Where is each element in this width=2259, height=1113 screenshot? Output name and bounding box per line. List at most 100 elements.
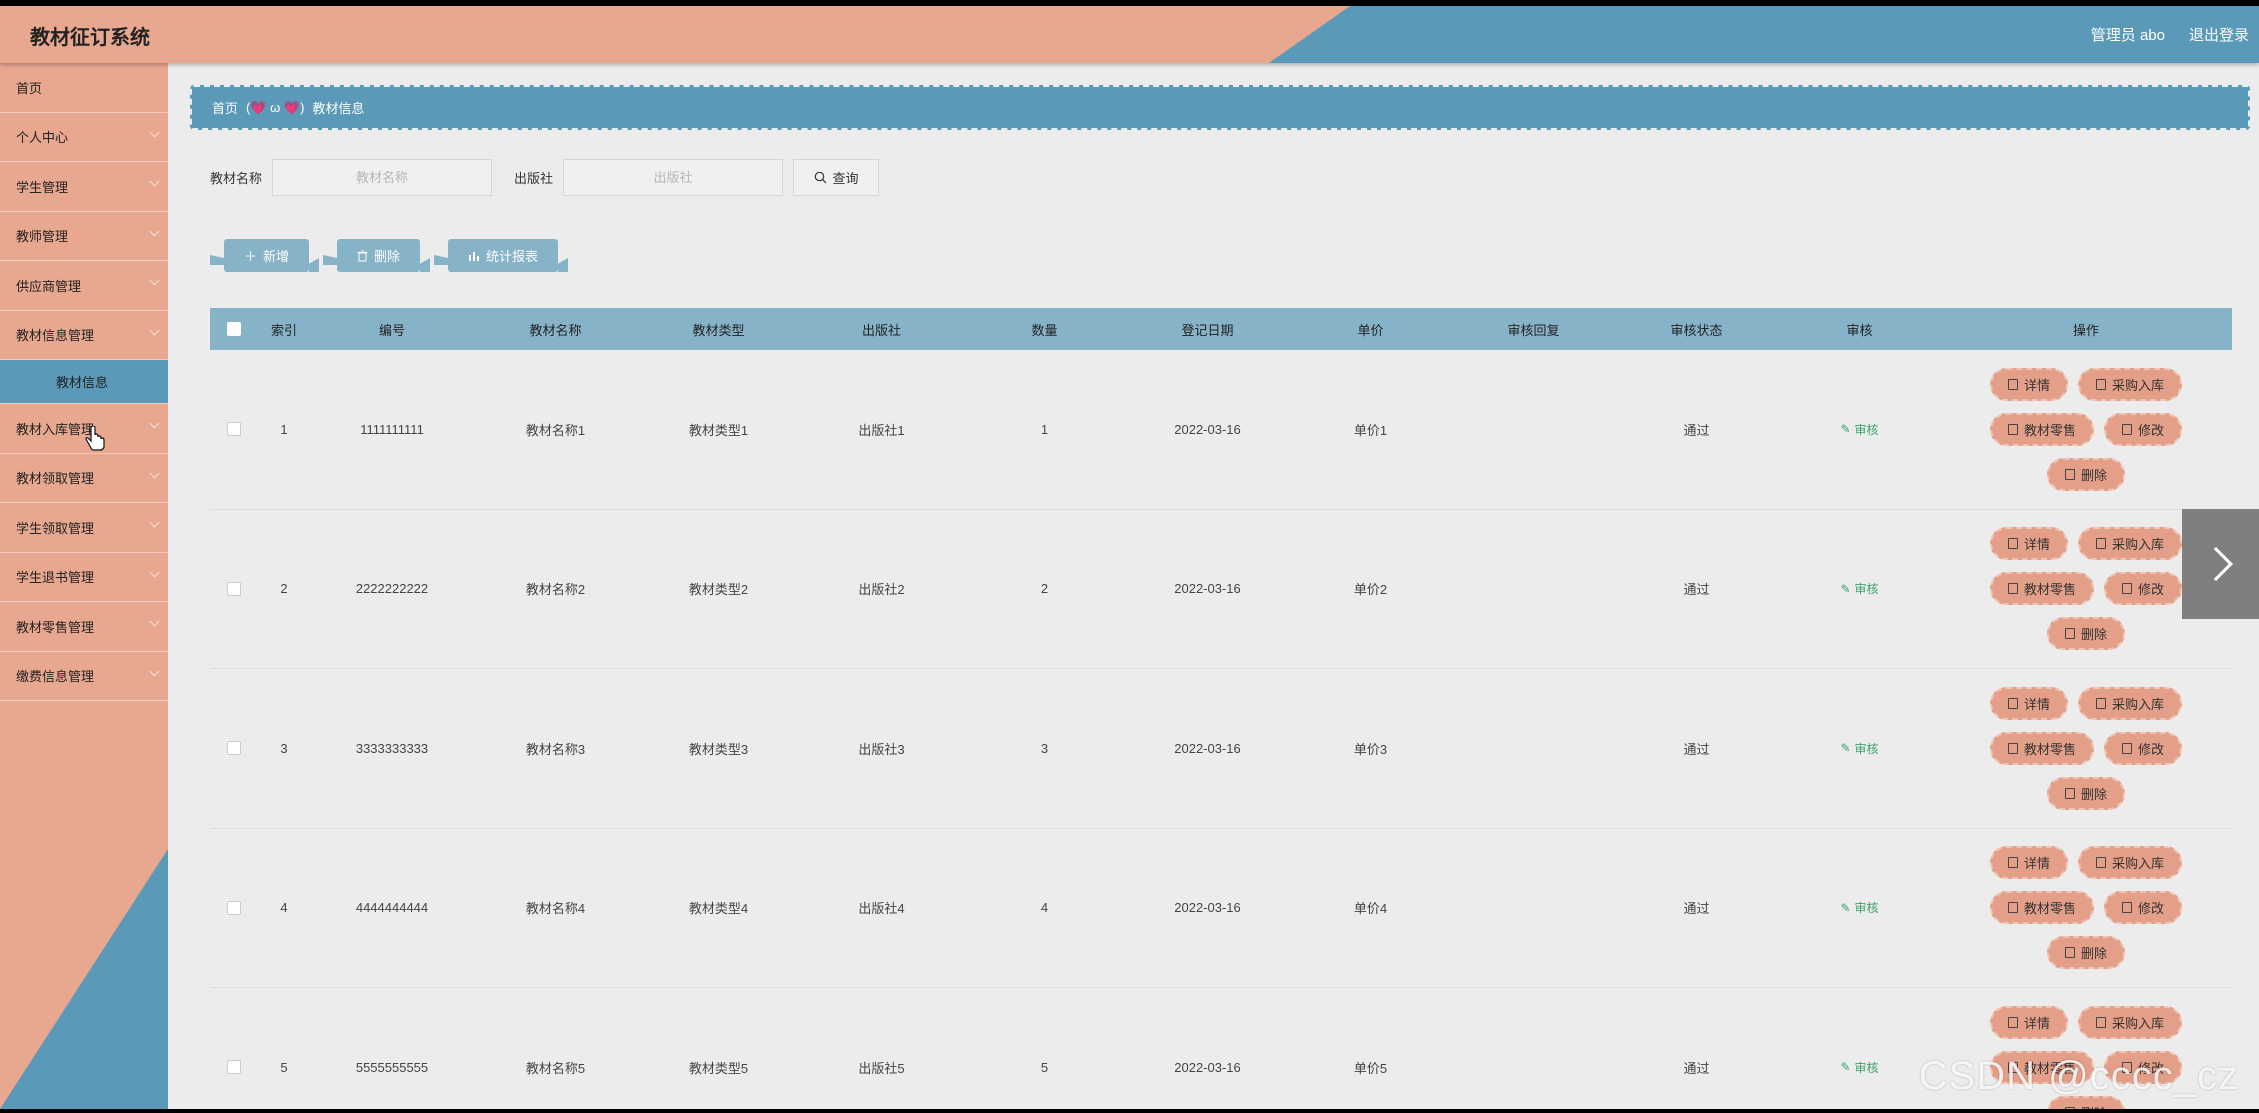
- breadcrumb-separator: (💗 ω 💗): [246, 99, 305, 115]
- delete-button[interactable]: 删除: [2046, 457, 2125, 491]
- col-name: 教材名称: [529, 322, 582, 338]
- retail-button[interactable]: 教材零售: [1989, 572, 2094, 606]
- sidebar-item-b2[interactable]: 学生领取管理: [0, 503, 168, 553]
- chevron-down-icon: [149, 275, 160, 286]
- purchase-in-button[interactable]: 采购入库: [2078, 1005, 2183, 1039]
- detail-button[interactable]: 详情: [1989, 527, 2068, 561]
- pencil-icon: [2122, 902, 2132, 914]
- cell-quantity: 1: [1040, 421, 1049, 437]
- audit-link-label: 审核: [1854, 582, 1879, 597]
- sidebar-item-a0[interactable]: 首页: [0, 63, 168, 113]
- query-button-label: 查询: [832, 171, 859, 186]
- sidebar-item-a1[interactable]: 个人中心: [0, 113, 168, 162]
- document-icon: [2007, 378, 2018, 390]
- delete-button[interactable]: 删除: [2046, 776, 2125, 810]
- document-icon: [2007, 1016, 2018, 1028]
- sidebar-item-label: 教师管理: [16, 229, 69, 245]
- breadcrumb-home[interactable]: 首页: [212, 98, 238, 117]
- query-button[interactable]: 查询: [793, 159, 880, 196]
- cell-publisher: 出版社5: [858, 1060, 905, 1076]
- retail-button[interactable]: 教材零售: [1989, 731, 2094, 765]
- sidebar-subitem-textbook-info[interactable]: 教材信息: [0, 360, 168, 404]
- pencil-icon: [2122, 423, 2132, 435]
- purchase-in-button[interactable]: 采购入库: [2078, 686, 2183, 720]
- cell-publisher: 出版社4: [858, 901, 905, 917]
- row-checkbox[interactable]: [227, 581, 241, 596]
- delete-button-label: 删除: [374, 249, 401, 264]
- textbook-name-input[interactable]: [272, 159, 493, 196]
- next-arrow-button[interactable]: [2182, 509, 2259, 619]
- row-checkbox[interactable]: [227, 900, 241, 915]
- sidebar-item-label: 教材领取管理: [16, 471, 95, 487]
- purchase-in-button[interactable]: 采购入库: [2078, 846, 2183, 880]
- purchase-in-button[interactable]: 采购入库: [2078, 367, 2183, 401]
- sidebar-item-a3[interactable]: 教师管理: [0, 212, 168, 261]
- audit-link[interactable]: ✎ 审核: [1840, 740, 1878, 757]
- edit-button[interactable]: 修改: [2104, 572, 2183, 606]
- audit-link[interactable]: ✎ 审核: [1840, 421, 1878, 438]
- cell-quantity: 3: [1040, 740, 1049, 756]
- audit-link-label: 审核: [1854, 422, 1879, 437]
- trash-icon: [2064, 628, 2075, 640]
- detail-button[interactable]: 详情: [1989, 367, 2068, 401]
- add-button-label: 新增: [263, 249, 290, 264]
- sidebar-item-a2[interactable]: 学生管理: [0, 162, 168, 212]
- report-button[interactable]: 统计报表: [448, 239, 559, 272]
- cell-status: 通过: [1683, 901, 1710, 917]
- table-row: 4 4444444444 教材名称4 教材类型4 出版社4 4 2022-03-16 单价4 通…: [210, 829, 2232, 988]
- sidebar-item-a5[interactable]: 教材信息管理: [0, 311, 168, 360]
- sidebar-item-b5[interactable]: 缴费信息管理: [0, 652, 168, 701]
- table-row: 2 2222222222 教材名称2 教材类型2 出版社2 2 2022-03-16 单价2 通…: [210, 510, 2232, 669]
- add-button[interactable]: ＋ 新增: [224, 239, 310, 272]
- chevron-down-icon: [149, 418, 160, 429]
- audit-link[interactable]: ✎ 审核: [1840, 580, 1878, 597]
- top-header: 教材征订系统 管理员 abo 退出登录: [0, 6, 2259, 63]
- detail-button-label: 详情: [2023, 1015, 2050, 1031]
- cell-status: 通过: [1683, 582, 1710, 598]
- audit-link[interactable]: ✎ 审核: [1840, 1059, 1878, 1076]
- trash-icon: [2064, 1106, 2075, 1109]
- edit-button[interactable]: 修改: [2104, 891, 2183, 925]
- purchase-in-button[interactable]: 采购入库: [2078, 527, 2183, 561]
- detail-button[interactable]: 详情: [1989, 686, 2068, 720]
- main-content: 首页 (💗 ω 💗) 教材信息 教材名称 出版社 查询 ＋ 新增 删除: [168, 63, 2259, 1109]
- sidebar-item-b4[interactable]: 教材零售管理: [0, 602, 168, 652]
- retail-button[interactable]: 教材零售: [1989, 891, 2094, 925]
- chevron-down-icon: [149, 226, 160, 236]
- row-checkbox[interactable]: [227, 741, 241, 756]
- audit-link[interactable]: ✎ 审核: [1840, 899, 1878, 916]
- col-quantity: 数量: [1031, 322, 1058, 338]
- cell-publisher: 出版社2: [858, 582, 905, 598]
- edit-button-label: 修改: [2138, 422, 2165, 438]
- detail-button-label: 详情: [2023, 856, 2050, 872]
- edit-button[interactable]: 修改: [2104, 412, 2183, 446]
- retail-button-label: 教材零售: [2023, 422, 2076, 438]
- batch-delete-button[interactable]: 删除: [337, 239, 421, 272]
- row-checkbox[interactable]: [227, 422, 241, 437]
- edit-button[interactable]: 修改: [2104, 731, 2183, 765]
- cell-index: 5: [280, 1059, 288, 1075]
- col-type: 教材类型: [692, 322, 745, 338]
- cell-ops: 详情 采购入库教材零售 修改删除: [1941, 846, 2231, 970]
- logout-link[interactable]: 退出登录: [2189, 24, 2249, 45]
- row-checkbox[interactable]: [227, 1060, 241, 1075]
- delete-button[interactable]: 删除: [2046, 617, 2125, 651]
- sidebar-item-a4[interactable]: 供应商管理: [0, 261, 168, 311]
- row-checkbox-cell: [210, 422, 258, 437]
- mouse-pointer-icon: [85, 426, 105, 451]
- sidebar-item-b1[interactable]: 教材领取管理: [0, 454, 168, 503]
- select-all-checkbox[interactable]: [227, 322, 241, 336]
- publisher-input[interactable]: [563, 159, 784, 196]
- search-bar: 教材名称 出版社 查询: [210, 159, 880, 196]
- delete-button[interactable]: 删除: [2046, 936, 2125, 970]
- detail-button[interactable]: 详情: [1989, 846, 2068, 880]
- report-button-label: 统计报表: [486, 249, 539, 264]
- edit-button-label: 修改: [2138, 901, 2165, 917]
- detail-button[interactable]: 详情: [1989, 1005, 2068, 1039]
- delete-button-label: 删除: [2080, 786, 2107, 802]
- row-checkbox-cell: [210, 900, 258, 915]
- retail-button[interactable]: 教材零售: [1989, 412, 2094, 446]
- retail-button-label: 教材零售: [2023, 741, 2076, 757]
- table-header: 索引 编号 教材名称 教材类型 出版社 数量 登记日期 单价 审核回复 审核状态…: [210, 308, 2232, 350]
- sidebar-item-b3[interactable]: 学生退书管理: [0, 553, 168, 602]
